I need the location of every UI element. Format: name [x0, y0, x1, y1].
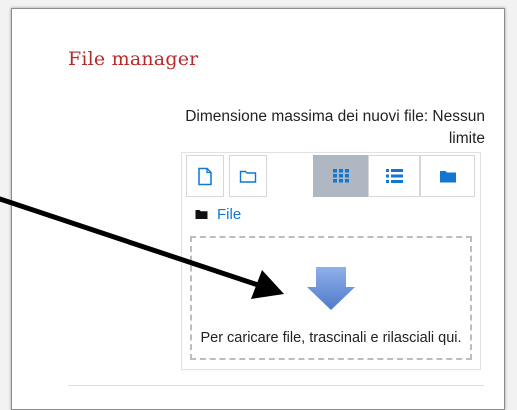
file-icon: [198, 167, 212, 185]
drop-zone[interactable]: Per caricare file, trascinali e rilascia…: [190, 236, 472, 360]
view-icons-button[interactable]: [313, 155, 368, 197]
view-list-button[interactable]: [368, 155, 420, 197]
folder-filled-icon: [439, 170, 456, 182]
folder-filled-icon: [195, 209, 208, 219]
breadcrumb: File: [195, 205, 241, 223]
create-folder-button[interactable]: [229, 155, 267, 197]
page-title: File manager: [68, 48, 199, 70]
view-tree-button[interactable]: [420, 155, 475, 197]
list-icon: [385, 169, 403, 183]
add-file-button[interactable]: [186, 155, 224, 197]
grid-icon: [332, 169, 349, 183]
max-size-note: Dimensione massima dei nuovi file: Nessu…: [185, 108, 485, 147]
down-arrow-icon: [307, 267, 355, 310]
breadcrumb-link-file[interactable]: File: [217, 206, 241, 223]
folder-outline-icon: [239, 170, 257, 183]
drop-zone-instructions: Per caricare file, trascinali e rilascia…: [200, 330, 462, 346]
divider: [68, 385, 484, 386]
